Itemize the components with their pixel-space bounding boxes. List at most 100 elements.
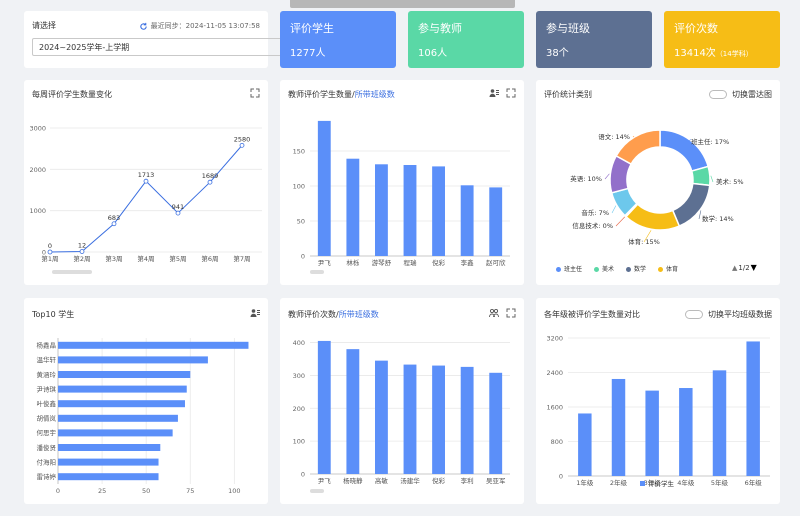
y-tick-label: 100 <box>293 438 305 446</box>
leader-line <box>710 175 714 183</box>
series-line <box>49 145 243 253</box>
legend-swatch <box>640 481 645 486</box>
bar <box>403 165 417 256</box>
x-tick-label: 2年级 <box>610 478 628 487</box>
user-list-icon[interactable] <box>489 88 499 98</box>
card-title: 评价统计类别 <box>544 90 592 99</box>
y-tick-label: 胡倩岚 <box>37 414 57 423</box>
bar <box>460 366 474 474</box>
card-icons <box>250 88 260 98</box>
x-tick-label: 赵可欣 <box>486 258 506 267</box>
fullscreen-icon[interactable] <box>506 88 516 98</box>
y-tick-label: 叶俊鑫 <box>37 399 57 408</box>
data-point <box>239 142 245 148</box>
chart-scrollbar[interactable] <box>310 489 324 493</box>
bar <box>58 341 249 349</box>
chart-legend: 班主任 美术 数学 体育 <box>556 264 678 273</box>
stat-evaluations: 评价次数 13414次（14学科） <box>664 11 780 68</box>
legend-label: 体育 <box>666 266 679 273</box>
bar <box>58 414 178 422</box>
x-tick-label: 4年级 <box>677 478 695 487</box>
x-tick-label: 第2周 <box>73 254 90 263</box>
legend-item[interactable]: 美术 <box>594 264 614 273</box>
data-label: 683 <box>108 214 120 222</box>
weekly-line-chart: 0100020003000第1周 第2周 第3周 第4周 第5周 第6周 第7周0 12683… <box>29 125 262 263</box>
y-tick-label: 50 <box>297 218 305 226</box>
leader-line <box>615 216 625 227</box>
chart-scrollbar[interactable] <box>52 270 92 274</box>
data-point <box>79 249 85 254</box>
chart-scrollbar[interactable] <box>310 270 324 274</box>
fullscreen-icon[interactable] <box>250 88 260 98</box>
bar <box>712 370 727 476</box>
teacher-times-bar-chart: 0 100 200 300 400 尹飞 杨晓静 高敏 汤建华 倪彩 李利 吴亚军 <box>293 339 510 485</box>
y-tick-label: 黄涵玲 <box>37 370 57 379</box>
data-point <box>111 221 117 227</box>
slice-label: 班主任: 17% <box>691 137 729 146</box>
stat-value: 106人 <box>418 48 448 59</box>
fullscreen-icon[interactable] <box>506 308 516 318</box>
bar <box>58 458 159 466</box>
x-tick-label: 尹飞 <box>318 477 332 485</box>
x-tick-label: 程瑞 <box>404 258 418 267</box>
stat-value: 13414次（14学科） <box>674 44 753 59</box>
card-title: 教师评价学生数量/所带班级数 <box>288 89 395 100</box>
stat-title: 评价次数 <box>674 22 718 35</box>
bar <box>346 158 360 256</box>
users-icon[interactable] <box>489 308 499 318</box>
data-point <box>207 179 213 185</box>
card-icons <box>250 308 260 318</box>
y-tick-label: 温华轩 <box>37 355 57 364</box>
x-tick-label: 第3周 <box>105 254 122 263</box>
y-tick-label: 2400 <box>546 369 563 377</box>
legend-dot <box>658 267 664 272</box>
toggle-label: 切换平均班级数据 <box>708 310 772 319</box>
data-label: 1713 <box>138 171 155 179</box>
x-tick-label: 杨晓静 <box>343 476 363 485</box>
toggle-switch[interactable] <box>709 90 727 99</box>
y-tick-label: 杨鑫晶 <box>37 341 57 350</box>
data-label: 941 <box>172 203 184 211</box>
radar-toggle[interactable]: 切换雷达图 <box>709 89 772 100</box>
title-link[interactable]: 所带班级数 <box>339 310 379 319</box>
legend-dot <box>626 267 632 272</box>
average-toggle[interactable]: 切换平均班级数据 <box>685 309 772 320</box>
data-label: 0 <box>48 242 52 250</box>
bar <box>317 340 331 474</box>
card-title: Top10 学生 <box>32 310 75 319</box>
data-label: 1689 <box>202 172 219 180</box>
x-tick-label: 倪彩 <box>432 258 446 267</box>
stat-teachers: 参与教师 106人 <box>408 11 524 68</box>
x-tick-label: 第7周 <box>233 254 250 263</box>
card-title: 各年级被评价学生数量对比 <box>544 310 640 319</box>
top10-card: Top10 学生 0 25 50 75 100 杨鑫晶 温华轩 黄涵玲 尹诗琪 叶俊鑫 胡倩岚 何思宇… <box>24 298 268 504</box>
legend-item[interactable]: 数学 <box>626 264 646 273</box>
y-tick-label: 100 <box>293 183 305 191</box>
bar <box>403 364 417 474</box>
bar <box>489 187 503 256</box>
stat-title: 参与教师 <box>418 22 462 35</box>
bar <box>375 164 388 256</box>
pager-next-icon[interactable]: ▼ <box>751 263 757 272</box>
legend-item[interactable]: 班主任 <box>556 264 582 273</box>
card-title: 教师评价次数/所带班级数 <box>288 309 379 320</box>
x-tick-label: 第1周 <box>41 254 58 263</box>
x-tick-label: 尹飞 <box>318 259 332 267</box>
slice-label: 语文: 14% <box>598 132 630 141</box>
term-select[interactable]: 2024~2025学年-上学期 <box>32 38 283 56</box>
refresh-icon[interactable] <box>139 22 148 31</box>
top-tab-strip <box>290 0 515 8</box>
toggle-switch[interactable] <box>685 310 703 319</box>
filter-label: 请选择 <box>32 21 56 30</box>
legend-item[interactable]: 体育 <box>658 264 678 273</box>
x-tick-label: 5年级 <box>711 478 729 487</box>
y-tick-label: 1600 <box>546 404 563 412</box>
y-tick-label: 3000 <box>29 125 46 133</box>
user-list-icon[interactable] <box>250 308 260 318</box>
bar <box>432 166 445 256</box>
title-link[interactable]: 所带班级数 <box>355 90 395 99</box>
bar <box>460 185 474 256</box>
y-tick-label: 3200 <box>546 335 563 343</box>
bar <box>375 360 388 474</box>
pager-prev-icon[interactable]: ▲ <box>732 264 737 272</box>
